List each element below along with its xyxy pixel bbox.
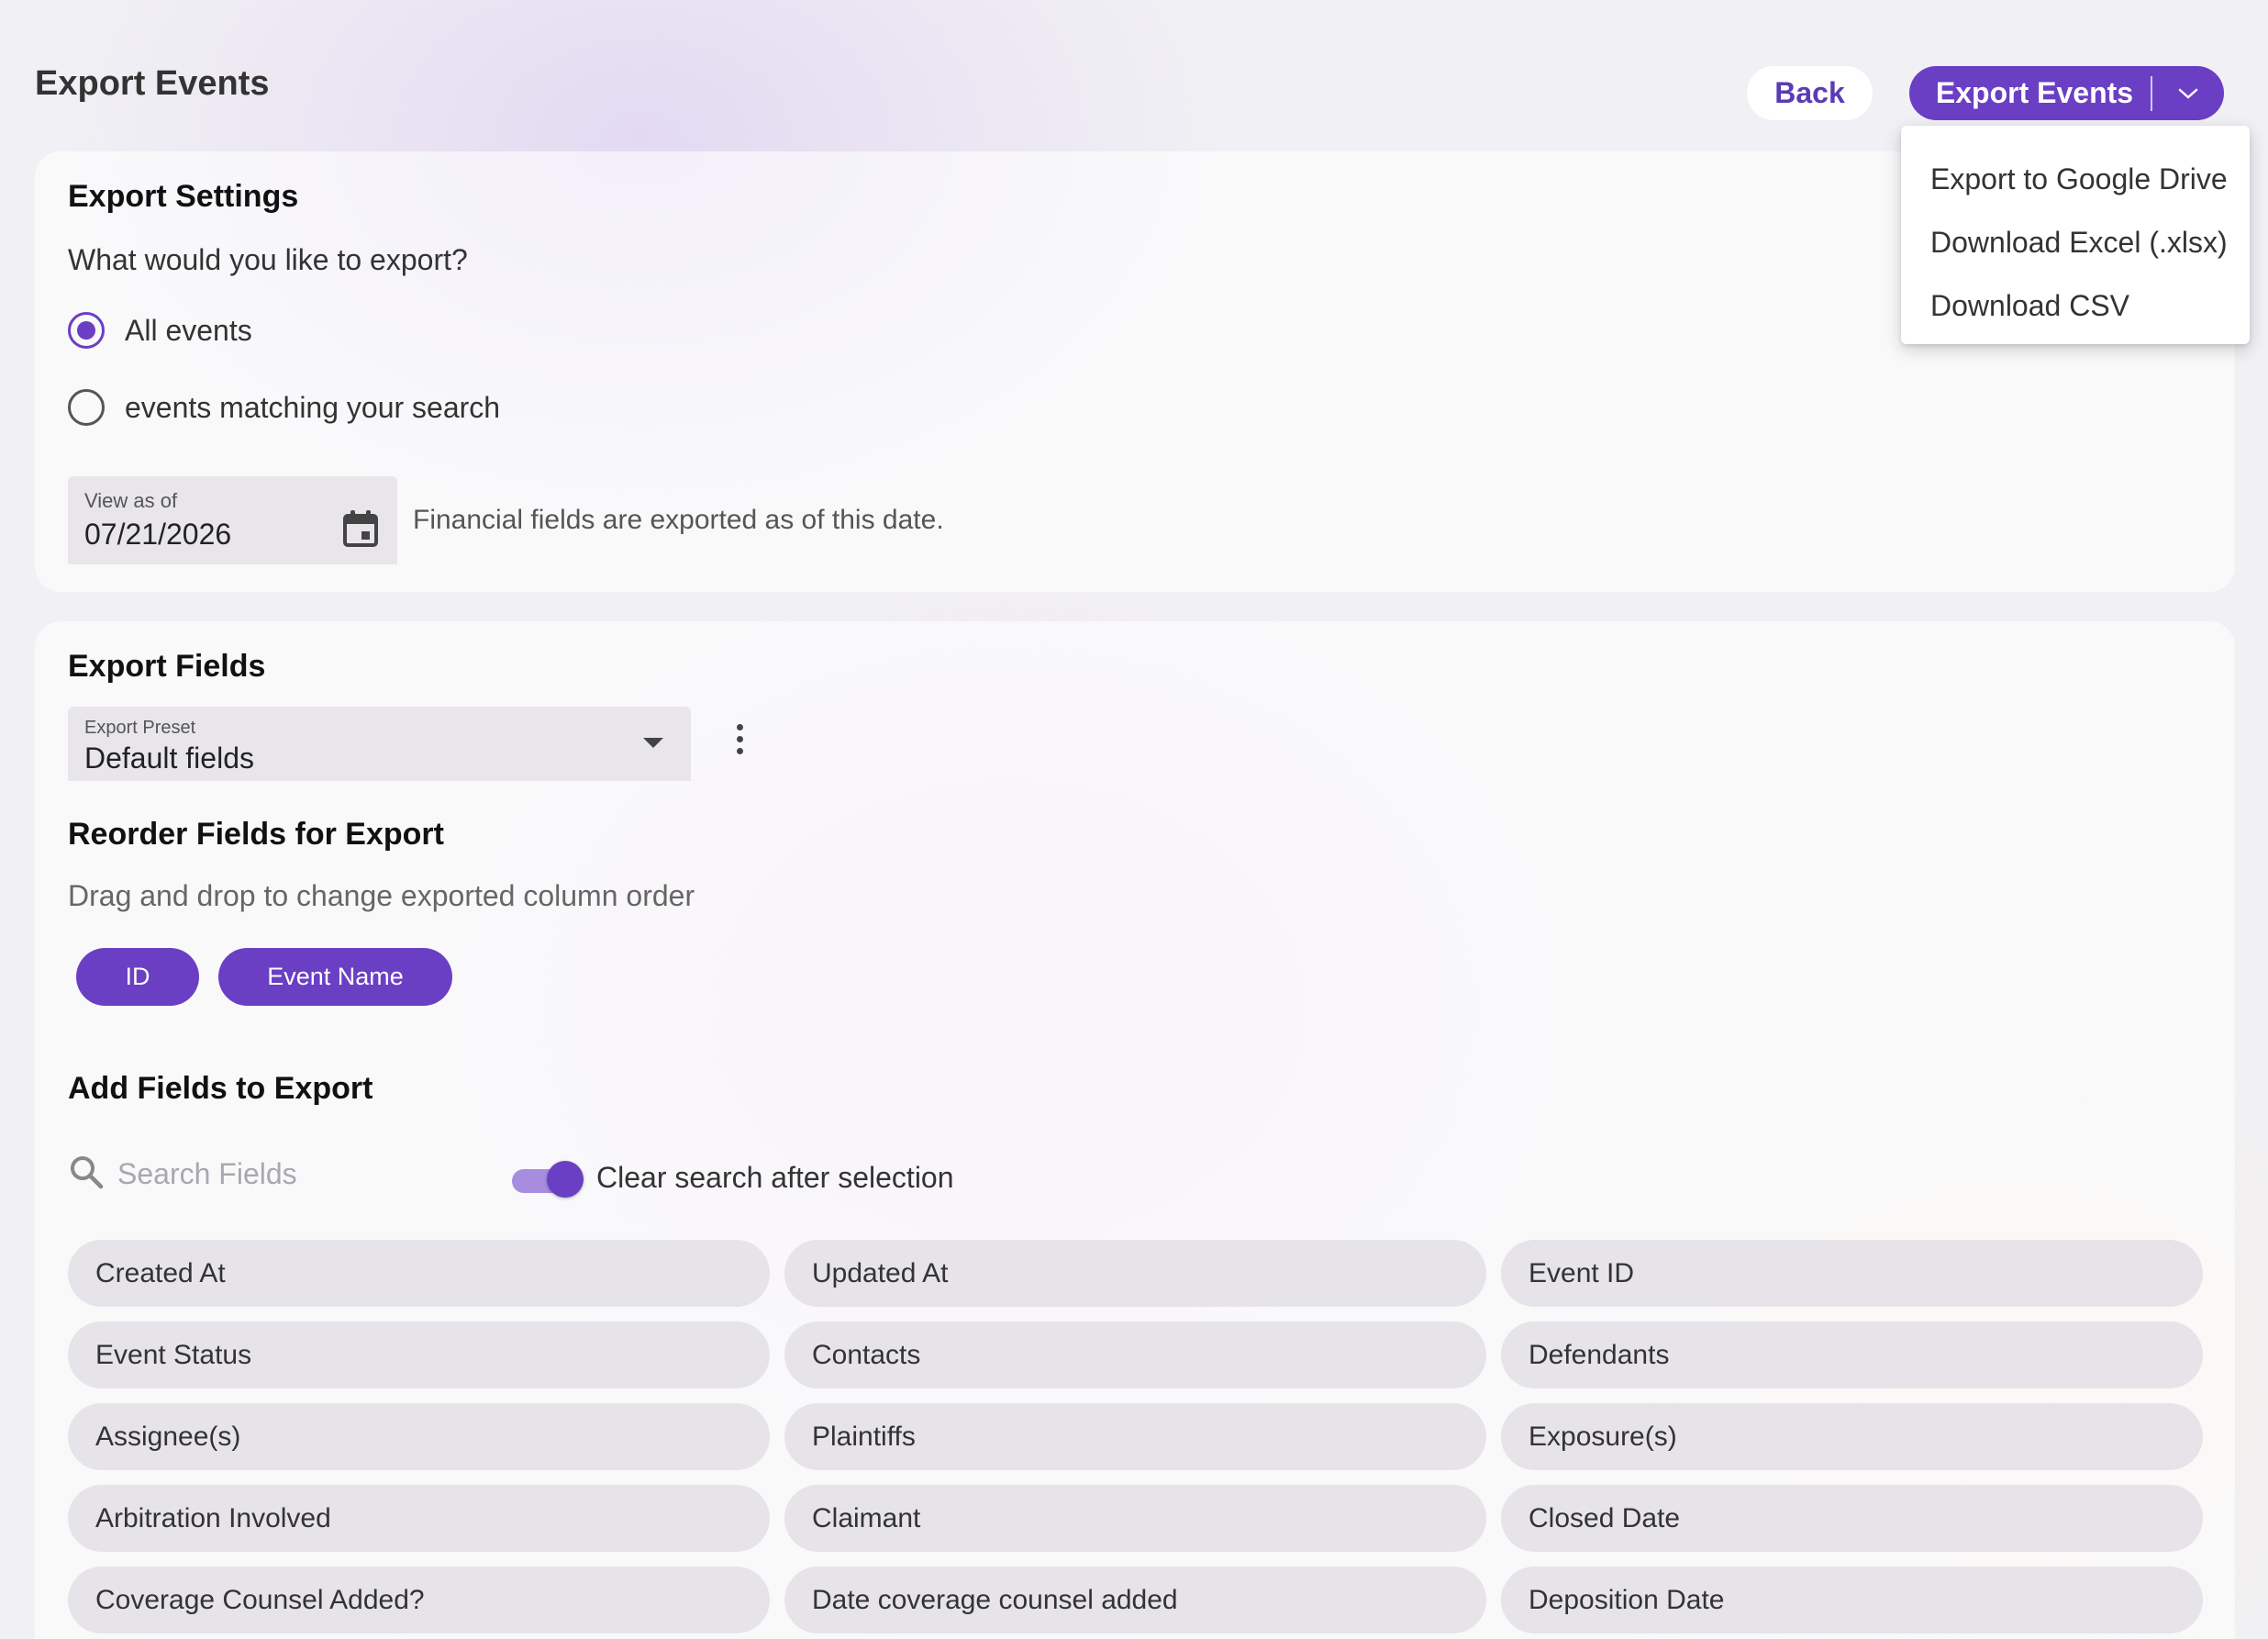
radio-checked-icon[interactable] [68, 312, 105, 349]
chevron-down-icon[interactable] [2152, 86, 2224, 101]
search-icon [68, 1154, 105, 1195]
available-field-pill[interactable]: Closed Date [1501, 1485, 2203, 1552]
available-field-pill[interactable]: Deposition Date [1501, 1567, 2203, 1633]
select-value[interactable]: Default fields [84, 741, 254, 775]
add-fields-title: Add Fields to Export [68, 1071, 373, 1106]
menu-item-download-excel[interactable]: Download Excel (.xlsx) [1901, 215, 2250, 278]
caret-down-icon[interactable] [643, 737, 663, 753]
available-field-pill[interactable]: Defendants [1501, 1321, 2203, 1388]
view-as-of-date-field[interactable]: View as of 07/21/2026 [68, 476, 397, 564]
radio-label: All events [125, 313, 252, 347]
reorder-hint: Drag and drop to change exported column … [68, 879, 695, 912]
radio-option-all-events[interactable]: All events [68, 312, 252, 349]
date-field-label: View as of [84, 489, 178, 512]
selected-field-chip-id[interactable]: ID [76, 948, 199, 1006]
available-field-pill[interactable]: Created At [68, 1240, 770, 1307]
clear-search-toggle[interactable] [512, 1160, 584, 1198]
clear-search-toggle-label: Clear search after selection [596, 1161, 954, 1194]
page-title: Export Events [35, 64, 270, 103]
back-button[interactable]: Back [1747, 66, 1873, 120]
reorder-fields-title: Reorder Fields for Export [68, 817, 444, 852]
available-field-pill[interactable]: Updated At [784, 1240, 1486, 1307]
export-question: What would you like to export? [68, 243, 468, 276]
radio-unchecked-icon[interactable] [68, 389, 105, 426]
menu-item-export-google-drive[interactable]: Export to Google Drive [1901, 151, 2250, 215]
available-fields-grid: Created At Updated At Event ID Event Status… [68, 1240, 2203, 1633]
more-options-icon[interactable] [733, 724, 746, 764]
calendar-icon[interactable] [342, 509, 379, 552]
select-label: Export Preset [84, 718, 196, 738]
export-fields-card: Export Fields Export Preset Default fiel… [35, 621, 2235, 1639]
search-fields-input[interactable] [117, 1157, 484, 1191]
available-field-pill[interactable]: Contacts [784, 1321, 1486, 1388]
export-events-button-label[interactable]: Export Events [1909, 76, 2151, 110]
radio-label: events matching your search [125, 390, 501, 424]
available-field-pill[interactable]: Coverage Counsel Added? [68, 1567, 770, 1633]
available-field-pill[interactable]: Event Status [68, 1321, 770, 1388]
search-fields-row [68, 1154, 484, 1195]
export-dropdown-menu: Export to Google Drive Download Excel (.… [1901, 126, 2250, 344]
available-field-pill[interactable]: Claimant [784, 1485, 1486, 1552]
available-field-pill[interactable]: Exposure(s) [1501, 1403, 2203, 1470]
radio-option-matching-search[interactable]: events matching your search [68, 389, 500, 426]
export-settings-title: Export Settings [68, 179, 299, 214]
date-hint: Financial fields are exported as of this… [413, 505, 944, 535]
available-field-pill[interactable]: Plaintiffs [784, 1403, 1486, 1470]
date-field-value[interactable]: 07/21/2026 [84, 518, 231, 552]
selected-field-chip-event-name[interactable]: Event Name [218, 948, 452, 1006]
available-field-pill[interactable]: Arbitration Involved [68, 1485, 770, 1552]
menu-item-download-csv[interactable]: Download CSV [1901, 278, 2250, 341]
available-field-pill[interactable]: Date coverage counsel added [784, 1567, 1486, 1633]
available-field-pill[interactable]: Assignee(s) [68, 1403, 770, 1470]
export-preset-select[interactable]: Export Preset Default fields [68, 707, 691, 781]
available-field-pill[interactable]: Event ID [1501, 1240, 2203, 1307]
toggle-knob[interactable] [547, 1161, 584, 1198]
export-fields-title: Export Fields [68, 649, 266, 684]
export-events-split-button[interactable]: Export Events [1909, 66, 2224, 120]
